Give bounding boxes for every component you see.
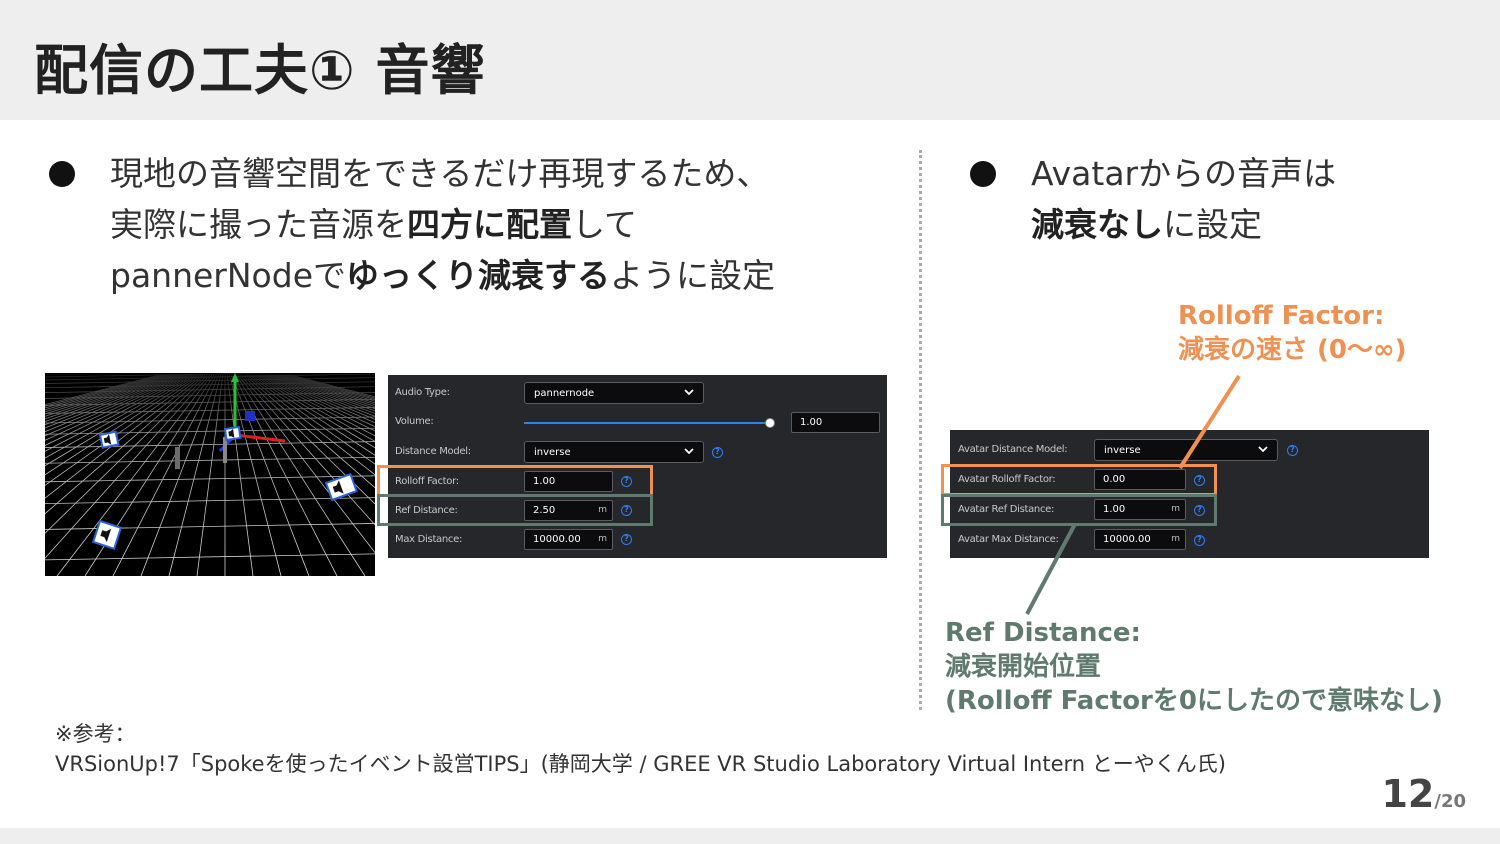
ref-distance-annotation: Ref Distance: 減衰開始位置 (Rolloff Factorを0にし…	[945, 616, 1443, 718]
ref-annotation-line-2: 減衰開始位置	[945, 652, 1102, 682]
ref-annotation-line-1: Ref Distance:	[945, 618, 1141, 648]
page-total: /20	[1434, 791, 1466, 812]
ref-distance-callout-line	[1025, 523, 1077, 615]
rolloff-callout-line	[1178, 374, 1241, 470]
page-current: 12	[1381, 772, 1435, 816]
page-number: 12/20	[1381, 772, 1466, 816]
rolloff-annotation: Rolloff Factor: 減衰の速さ (0〜∞)	[1178, 299, 1407, 367]
ref-annotation-line-3: (Rolloff Factorを0にしたので意味なし)	[945, 686, 1443, 716]
rolloff-annotation-line-1: Rolloff Factor:	[1178, 301, 1385, 331]
reference-note-source: VRSionUp!7「Spokeを使ったイベント設営TIPS」(静岡大学 / G…	[55, 752, 1226, 776]
reference-note-heading: ※参考：	[55, 722, 136, 746]
rolloff-annotation-line-2: 減衰の速さ (0〜∞)	[1178, 335, 1407, 365]
footer-band	[0, 828, 1500, 844]
